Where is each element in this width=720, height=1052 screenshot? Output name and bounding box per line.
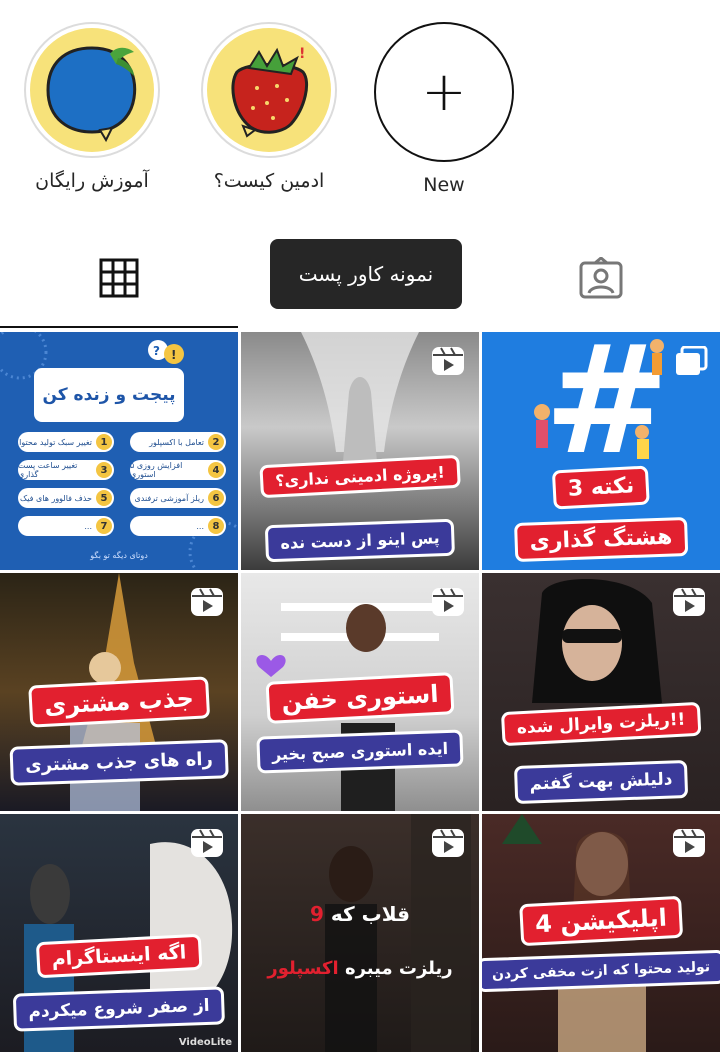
post-footer: دوتای دیگه تو بگو: [90, 551, 148, 560]
list-item: ریلز آموزشی ترفندی 6: [130, 488, 226, 508]
post-header: پیجت و زنده کن: [34, 368, 184, 422]
highlight-cover-strawberry: !: [207, 28, 331, 152]
carousel-icon: [676, 346, 708, 375]
watermark: VideoLite: [178, 1037, 232, 1048]
svg-text:#: #: [544, 332, 670, 472]
highlight-label: ادمین کیست؟: [213, 170, 325, 192]
speech-bubbles-icon: ? !: [148, 340, 184, 364]
new-highlight-ring[interactable]: +: [374, 22, 514, 162]
reel-icon: [191, 829, 223, 857]
highlight-free-tutorials[interactable]: آموزش رایگان: [22, 22, 162, 192]
grid-icon: [99, 258, 139, 298]
reel-icon: [432, 347, 464, 375]
story-highlights: آموزش رایگان ! ادمین کیست؟ + New: [0, 0, 720, 210]
list-item: حذف فالوور های فیک 5: [18, 488, 114, 508]
post-tile-apps[interactable]: 4 اپلیکیشن تولید محتوا که ازت مخفی کردن: [482, 814, 720, 1052]
list-item: تغییر ساعت پست گذاری 3: [18, 460, 114, 480]
reel-icon: [432, 588, 464, 616]
post-subtitle: راه های جذب مشتری: [9, 739, 229, 786]
post-title: 3 نکته: [551, 465, 651, 510]
post-title-line1: 9 قلاب که: [310, 902, 410, 926]
post-tile-revive-page[interactable]: پیجت و زنده کن ? ! تعامل با اکسپلور 2 تغی…: [0, 332, 238, 570]
list-item: تعامل با اکسپلور 2: [130, 432, 226, 452]
post-subtitle: پس اینو از دست نده: [264, 518, 456, 563]
post-subtitle: هشتگ گذاری: [514, 516, 688, 563]
highlight-cover-blueberry: [30, 28, 154, 152]
svg-text:!: !: [171, 348, 176, 362]
blueberry-icon: [46, 46, 137, 143]
post-subtitle: دلیلش بهت گفتم: [513, 759, 689, 805]
reel-icon: [191, 588, 223, 616]
post-tile-hashtag-tips[interactable]: # 3 نکته هشتگ گذاری: [482, 332, 720, 570]
strawberry-icon: !: [231, 46, 308, 138]
tab-tagged[interactable]: [482, 230, 720, 326]
tagged-person-icon: [579, 257, 623, 299]
post-subtitle: از صفر شروع میکردم: [12, 986, 226, 1032]
reel-icon: [432, 829, 464, 857]
highlight-ring: [24, 22, 160, 158]
post-tile-viral-reels[interactable]: ریلزت وایرال شده!! دلیلش بهت گفتم: [482, 573, 720, 811]
svg-text:?: ?: [153, 344, 160, 358]
post-tile-attract-customers[interactable]: جذب مشتری راه های جذب مشتری: [0, 573, 238, 811]
list-item: ... 8: [130, 516, 226, 536]
highlight-label: New: [423, 174, 465, 196]
tab-tooltip: نمونه کاور پست: [270, 239, 462, 309]
post-tile-reels-hooks[interactable]: 9 قلاب که ریلزت میبره اکسپلور: [241, 814, 479, 1052]
list-item: ... 7: [18, 516, 114, 536]
post-title-line2: ریلزت میبره اکسپلور: [267, 958, 453, 979]
profile-tabs: نمونه کاور پست: [0, 230, 720, 330]
post-tile-admin-project[interactable]: پروژه ادمینی نداری؟! پس اینو از دست نده: [241, 332, 479, 570]
highlight-label: آموزش رایگان: [35, 170, 149, 192]
tab-posts-grid[interactable]: [0, 230, 238, 328]
highlight-who-is-admin[interactable]: ! ادمین کیست؟: [199, 22, 339, 192]
post-subtitle: ایده استوری صبح بخیر: [256, 729, 464, 774]
post-title: 4 اپلیکیشن: [519, 895, 683, 947]
svg-text:!: !: [299, 46, 305, 62]
plus-icon: +: [421, 60, 467, 123]
highlight-ring: !: [201, 22, 337, 158]
post-tile-cool-story[interactable]: استوری خفن ایده استوری صبح بخیر: [241, 573, 479, 811]
reel-icon: [673, 588, 705, 616]
highlight-new[interactable]: + New: [374, 22, 514, 196]
reel-icon: [673, 829, 705, 857]
list-item: افزایش روزی ۵ استوری 4: [130, 460, 226, 480]
list-item: تغییر سبک تولید محتوا 1: [18, 432, 114, 452]
post-tile-start-instagram[interactable]: اگه اینستاگرام از صفر شروع میکردم VideoL…: [0, 814, 238, 1052]
